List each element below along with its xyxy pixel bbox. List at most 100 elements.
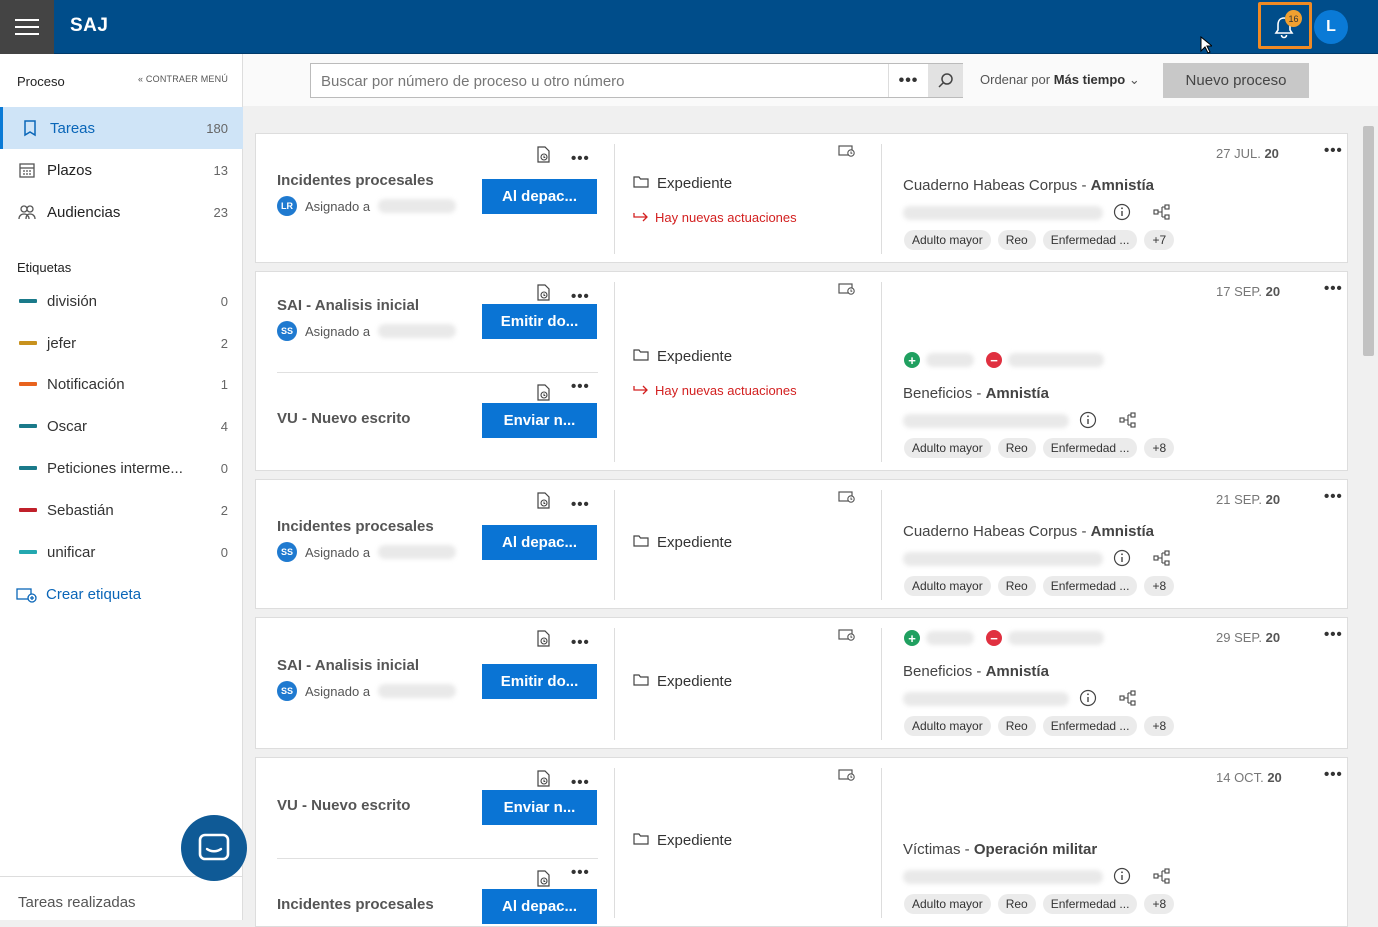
tag-item[interactable]: Peticiones interme... 0	[0, 448, 243, 488]
document-info-icon[interactable]	[536, 492, 550, 514]
info-icon[interactable]	[1113, 203, 1131, 226]
expediente-link[interactable]: Expediente	[633, 175, 732, 192]
tag-item[interactable]: Sebastián 2	[0, 490, 243, 530]
tag-chip[interactable]: Reo	[997, 230, 1036, 250]
user-avatar[interactable]: L	[1314, 10, 1348, 44]
tag-chip[interactable]: Adulto mayor	[904, 230, 991, 250]
case-title[interactable]: Víctimas - Operación militar	[903, 841, 1097, 858]
add-to-tray-icon[interactable]	[838, 768, 856, 787]
tag-item[interactable]: unificar 0	[0, 532, 243, 572]
case-title[interactable]: Beneficios - Amnistía	[903, 385, 1049, 402]
info-icon[interactable]	[1113, 549, 1131, 572]
relations-icon[interactable]	[1119, 411, 1137, 434]
task-action-button[interactable]: Al depac...	[482, 889, 597, 924]
add-to-tray-icon[interactable]	[838, 144, 856, 163]
tag-chip[interactable]: Reo	[997, 716, 1036, 736]
notifications-button[interactable]: 16	[1258, 2, 1312, 49]
info-icon[interactable]	[1079, 689, 1097, 712]
tag-chip[interactable]: +8	[1144, 438, 1175, 458]
tag-chip[interactable]: Adulto mayor	[904, 438, 991, 458]
task-menu-button[interactable]: •••	[571, 864, 590, 881]
info-icon[interactable]	[1079, 411, 1097, 434]
sidebar-item-audiencias[interactable]: Audiencias 23	[0, 191, 243, 233]
chat-button[interactable]	[181, 815, 247, 881]
add-to-tray-icon[interactable]	[838, 282, 856, 301]
new-actions-notice[interactable]: Hay nuevas actuaciones	[633, 210, 797, 225]
collapse-menu-button[interactable]: « CONTRAER MENÚ	[138, 74, 228, 84]
tag-chip[interactable]: Enfermedad ...	[1042, 894, 1138, 914]
relations-icon[interactable]	[1119, 689, 1137, 712]
process-card[interactable]: ••• SAI - Analisis inicial SS Asignado a …	[255, 271, 1348, 471]
expediente-link[interactable]: Expediente	[633, 832, 732, 849]
search-box[interactable]: Buscar por número de proceso u otro núme…	[310, 63, 963, 98]
tag-item[interactable]: Oscar 4	[0, 406, 243, 446]
sidebar-item-plazos[interactable]: Plazos 13	[0, 149, 243, 191]
process-card[interactable]: ••• VU - Nuevo escrito Enviar n... ••• Incid…	[255, 757, 1348, 927]
tag-chip[interactable]: +7	[1144, 230, 1175, 250]
info-icon[interactable]	[1113, 867, 1131, 890]
case-title[interactable]: Cuaderno Habeas Corpus - Amnistía	[903, 523, 1154, 540]
relations-icon[interactable]	[1153, 867, 1171, 890]
tag-chip[interactable]: Enfermedad ...	[1042, 438, 1138, 458]
task-menu-button[interactable]: •••	[571, 774, 590, 791]
process-card[interactable]: ••• Incidentes procesales LR Asignado a A…	[255, 133, 1348, 263]
task-menu-button[interactable]: •••	[571, 150, 590, 167]
tag-chip[interactable]: Reo	[997, 438, 1036, 458]
task-action-button[interactable]: Al depac...	[482, 525, 597, 560]
sidebar-item-tareas[interactable]: Tareas 180	[0, 107, 243, 149]
new-process-button[interactable]: Nuevo proceso	[1163, 63, 1309, 98]
tag-item[interactable]: jefer 2	[0, 323, 243, 363]
tag-chip[interactable]: Reo	[997, 894, 1036, 914]
card-menu-button[interactable]: •••	[1324, 280, 1343, 297]
expediente-link[interactable]: Expediente	[633, 534, 732, 551]
task-menu-button[interactable]: •••	[571, 634, 590, 651]
task-menu-button[interactable]: •••	[571, 496, 590, 513]
create-tag-button[interactable]: Crear etiqueta	[16, 586, 141, 603]
task-action-button[interactable]: Emitir do...	[482, 304, 597, 339]
case-title[interactable]: Beneficios - Amnistía	[903, 663, 1049, 680]
tag-chip[interactable]: Adulto mayor	[904, 716, 991, 736]
relations-icon[interactable]	[1153, 549, 1171, 572]
document-info-icon[interactable]	[536, 146, 550, 168]
add-to-tray-icon[interactable]	[838, 490, 856, 509]
case-title[interactable]: Cuaderno Habeas Corpus - Amnistía	[903, 177, 1154, 194]
scrollbar-thumb[interactable]	[1363, 126, 1374, 356]
tag-chip[interactable]: Reo	[997, 576, 1036, 596]
tag-chip[interactable]: Adulto mayor	[904, 894, 991, 914]
card-menu-button[interactable]: •••	[1324, 142, 1343, 159]
card-menu-button[interactable]: •••	[1324, 626, 1343, 643]
process-card[interactable]: ••• Incidentes procesales SS Asignado a A…	[255, 479, 1348, 609]
tag-chip[interactable]: Adulto mayor	[904, 576, 991, 596]
tag-chip[interactable]: +8	[1144, 716, 1175, 736]
task-action-button[interactable]: Enviar n...	[482, 790, 597, 825]
card-menu-button[interactable]: •••	[1324, 766, 1343, 783]
task-menu-button[interactable]: •••	[571, 288, 590, 305]
add-to-tray-icon[interactable]	[838, 628, 856, 647]
tag-chip[interactable]: Enfermedad ...	[1042, 230, 1138, 250]
relations-icon[interactable]	[1153, 203, 1171, 226]
tag-chip[interactable]: +8	[1144, 576, 1175, 596]
expediente-link[interactable]: Expediente	[633, 348, 732, 365]
new-actions-notice[interactable]: Hay nuevas actuaciones	[633, 383, 797, 398]
task-action-button[interactable]: Emitir do...	[482, 664, 597, 699]
task-action-button[interactable]: Enviar n...	[482, 403, 597, 438]
document-info-icon[interactable]	[536, 630, 550, 652]
task-action-button[interactable]: Al depac...	[482, 179, 597, 214]
tag-chip[interactable]: Enfermedad ...	[1042, 716, 1138, 736]
tag-chip[interactable]: Enfermedad ...	[1042, 576, 1138, 596]
tag-item[interactable]: división 0	[0, 281, 243, 321]
search-input[interactable]: Buscar por número de proceso u otro núme…	[321, 73, 625, 90]
menu-icon[interactable]	[0, 0, 54, 54]
card-menu-button[interactable]: •••	[1324, 488, 1343, 505]
expediente-link[interactable]: Expediente	[633, 673, 732, 690]
process-card[interactable]: ••• SAI - Analisis inicial SS Asignado a …	[255, 617, 1348, 749]
tag-item[interactable]: Notificación 1	[0, 364, 243, 404]
document-info-icon[interactable]	[536, 284, 550, 306]
search-button[interactable]	[928, 64, 963, 97]
completed-tasks-link[interactable]: Tareas realizadas	[0, 876, 243, 920]
task-menu-button[interactable]: •••	[571, 378, 590, 395]
search-options-button[interactable]: •••	[888, 64, 928, 97]
document-info-icon[interactable]	[536, 770, 550, 792]
sort-dropdown[interactable]: Ordenar por Más tiempo ⌄	[980, 72, 1140, 88]
tag-chip[interactable]: +8	[1144, 894, 1175, 914]
